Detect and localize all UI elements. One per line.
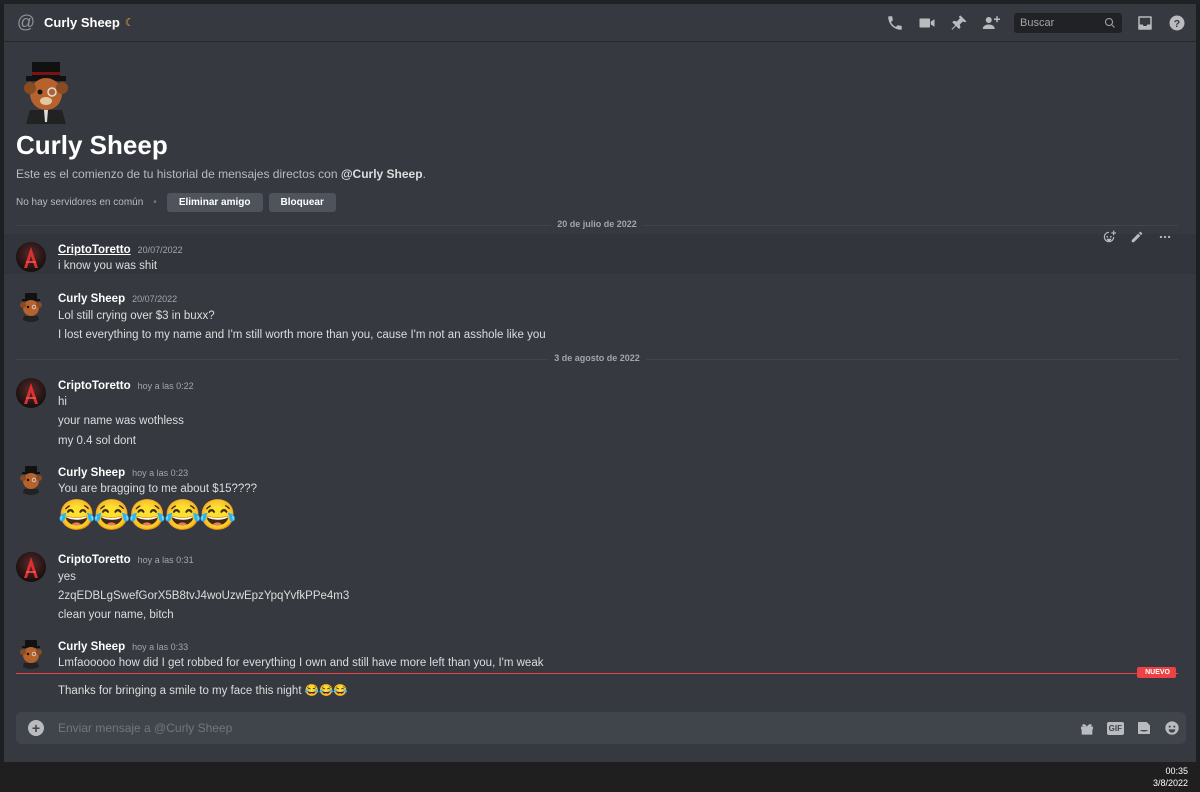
curly-sheep-avatar-large [16,60,76,124]
message-text: my 0.4 sol dont [58,435,136,447]
message-text: Thanks for bringing a smile to my face t… [58,685,348,697]
block-button[interactable]: Bloquear [268,193,336,212]
no-mutual-servers: No hay servidores en común [16,197,144,208]
new-messages-badge: NUEVO [1137,667,1176,678]
search-input[interactable]: Buscar [1014,13,1122,33]
message-text: hi [58,396,67,408]
date-divider: 20 de julio de 2022 [16,219,1178,229]
pin-icon[interactable] [950,14,968,32]
date-divider: 3 de agosto de 2022 [16,353,1178,363]
svg-text:?: ? [1174,18,1180,30]
system-clock[interactable]: 00:35 3/8/2022 [1153,765,1188,789]
discord-window: @ Curly Sheep ☾ Buscar ? Curly Sheep Est… [4,4,1196,762]
channel-header: @ Curly Sheep ☾ Buscar ? [4,4,1196,42]
add-reaction-icon[interactable] [1102,230,1116,244]
remove-friend-button[interactable]: Eliminar amigo [166,193,263,212]
message-text: Lmfaooooo how did I get robbed for every… [58,657,544,669]
message-input[interactable]: Enviar mensaje a @Curly Sheep [58,721,232,735]
search-icon [1104,17,1115,28]
author-name[interactable]: CriptoToretto [58,244,131,256]
more-options-icon[interactable] [1158,230,1172,244]
message-text: I lost everything to my name and I'm sti… [58,329,546,341]
intro-title: Curly Sheep [16,130,168,160]
message-group[interactable]: Curly Sheep hoy a las 0:33 Lmfaooooo how… [4,631,1196,701]
avatar[interactable] [16,639,46,669]
message-group[interactable]: Curly Sheep hoy a las 0:23 You are bragg… [4,457,1196,539]
emoji-picker-icon[interactable] [1164,720,1180,736]
avatar[interactable] [16,465,46,495]
timestamp: hoy a las 0:23 [132,468,189,478]
avatar[interactable] [16,242,46,272]
os-taskbar: 00:35 3/8/2022 [0,762,1200,792]
author-name[interactable]: Curly Sheep [58,641,125,653]
message-text: 2zqEDBLgSwefGorX5B8tvJ4woUzwEpzYpqYvfkPP… [58,590,350,602]
message-group[interactable]: Curly Sheep 20/07/2022 Lol still crying … [4,284,1196,344]
message-group[interactable]: CriptoToretto hoy a las 0:31 yes 2zqEDBL… [4,544,1196,626]
intro-subtitle: Este es el comienzo de tu historial de m… [16,167,426,181]
edit-icon[interactable] [1130,230,1144,244]
at-icon: @ [16,12,36,32]
message-text: i know you was shit [58,260,158,272]
message-text: clean your name, bitch [58,609,174,621]
new-messages-line [16,673,1178,674]
gif-button[interactable]: GIF [1106,721,1124,735]
avatar[interactable] [16,552,46,582]
timestamp: 20/07/2022 [137,245,183,255]
clock-date: 3/8/2022 [1152,778,1188,788]
intro-subtitle-suffix: . [422,167,426,181]
sticker-icon[interactable] [1136,720,1152,736]
intro-subtitle-user: @Curly Sheep [340,167,423,181]
date-divider-label: 20 de julio de 2022 [551,219,643,229]
avatar[interactable] [16,292,46,322]
author-name[interactable]: CriptoToretto [58,554,131,566]
dm-intro: Curly Sheep Este es el comienzo de tu hi… [16,60,426,212]
add-friend-icon[interactable] [982,14,1000,32]
message-group[interactable]: CriptoToretto hoy a las 0:22 hi your nam… [4,370,1196,450]
search-placeholder: Buscar [1020,17,1055,29]
call-icon[interactable] [886,14,904,32]
video-icon[interactable] [918,14,936,32]
channel-name: Curly Sheep [44,15,120,30]
upload-plus-icon[interactable]: + [28,720,44,736]
idle-moon-icon: ☾ [124,17,135,29]
avatar[interactable] [16,378,46,408]
timestamp: hoy a las 0:31 [137,555,194,565]
date-divider-label: 3 de agosto de 2022 [548,353,646,363]
author-name[interactable]: Curly Sheep [58,467,125,479]
message-composer[interactable]: + Enviar mensaje a @Curly Sheep GIF [16,712,1186,744]
message-text: You are bragging to me about $15???? [58,483,258,495]
message-hover-toolbar [1102,230,1172,244]
help-icon[interactable]: ? [1168,14,1186,32]
message-text: yes [58,571,76,583]
message-text: your name was wothless [58,415,184,427]
inbox-icon[interactable] [1136,14,1154,32]
composer-tools: GIF [1079,712,1180,744]
header-toolbar: Buscar ? [886,4,1186,42]
timestamp: hoy a las 0:22 [137,381,194,391]
author-name[interactable]: CriptoToretto [58,380,131,392]
intro-actions: No hay servidores en común • Eliminar am… [16,193,426,212]
intro-subtitle-prefix: Este es el comienzo de tu historial de m… [16,167,341,181]
author-name[interactable]: Curly Sheep [58,293,125,305]
message-text: Lol still crying over $3 in buxx? [58,310,215,322]
gift-icon[interactable] [1079,720,1095,736]
message-group[interactable]: CriptoToretto 20/07/2022 i know you was … [4,234,1196,274]
separator-dot: • [153,197,157,208]
timestamp: hoy a las 0:33 [132,642,189,652]
clock-time: 00:35 [1165,766,1188,776]
timestamp: 20/07/2022 [132,294,178,304]
emoji-message: 😂😂😂😂😂 [58,499,237,532]
